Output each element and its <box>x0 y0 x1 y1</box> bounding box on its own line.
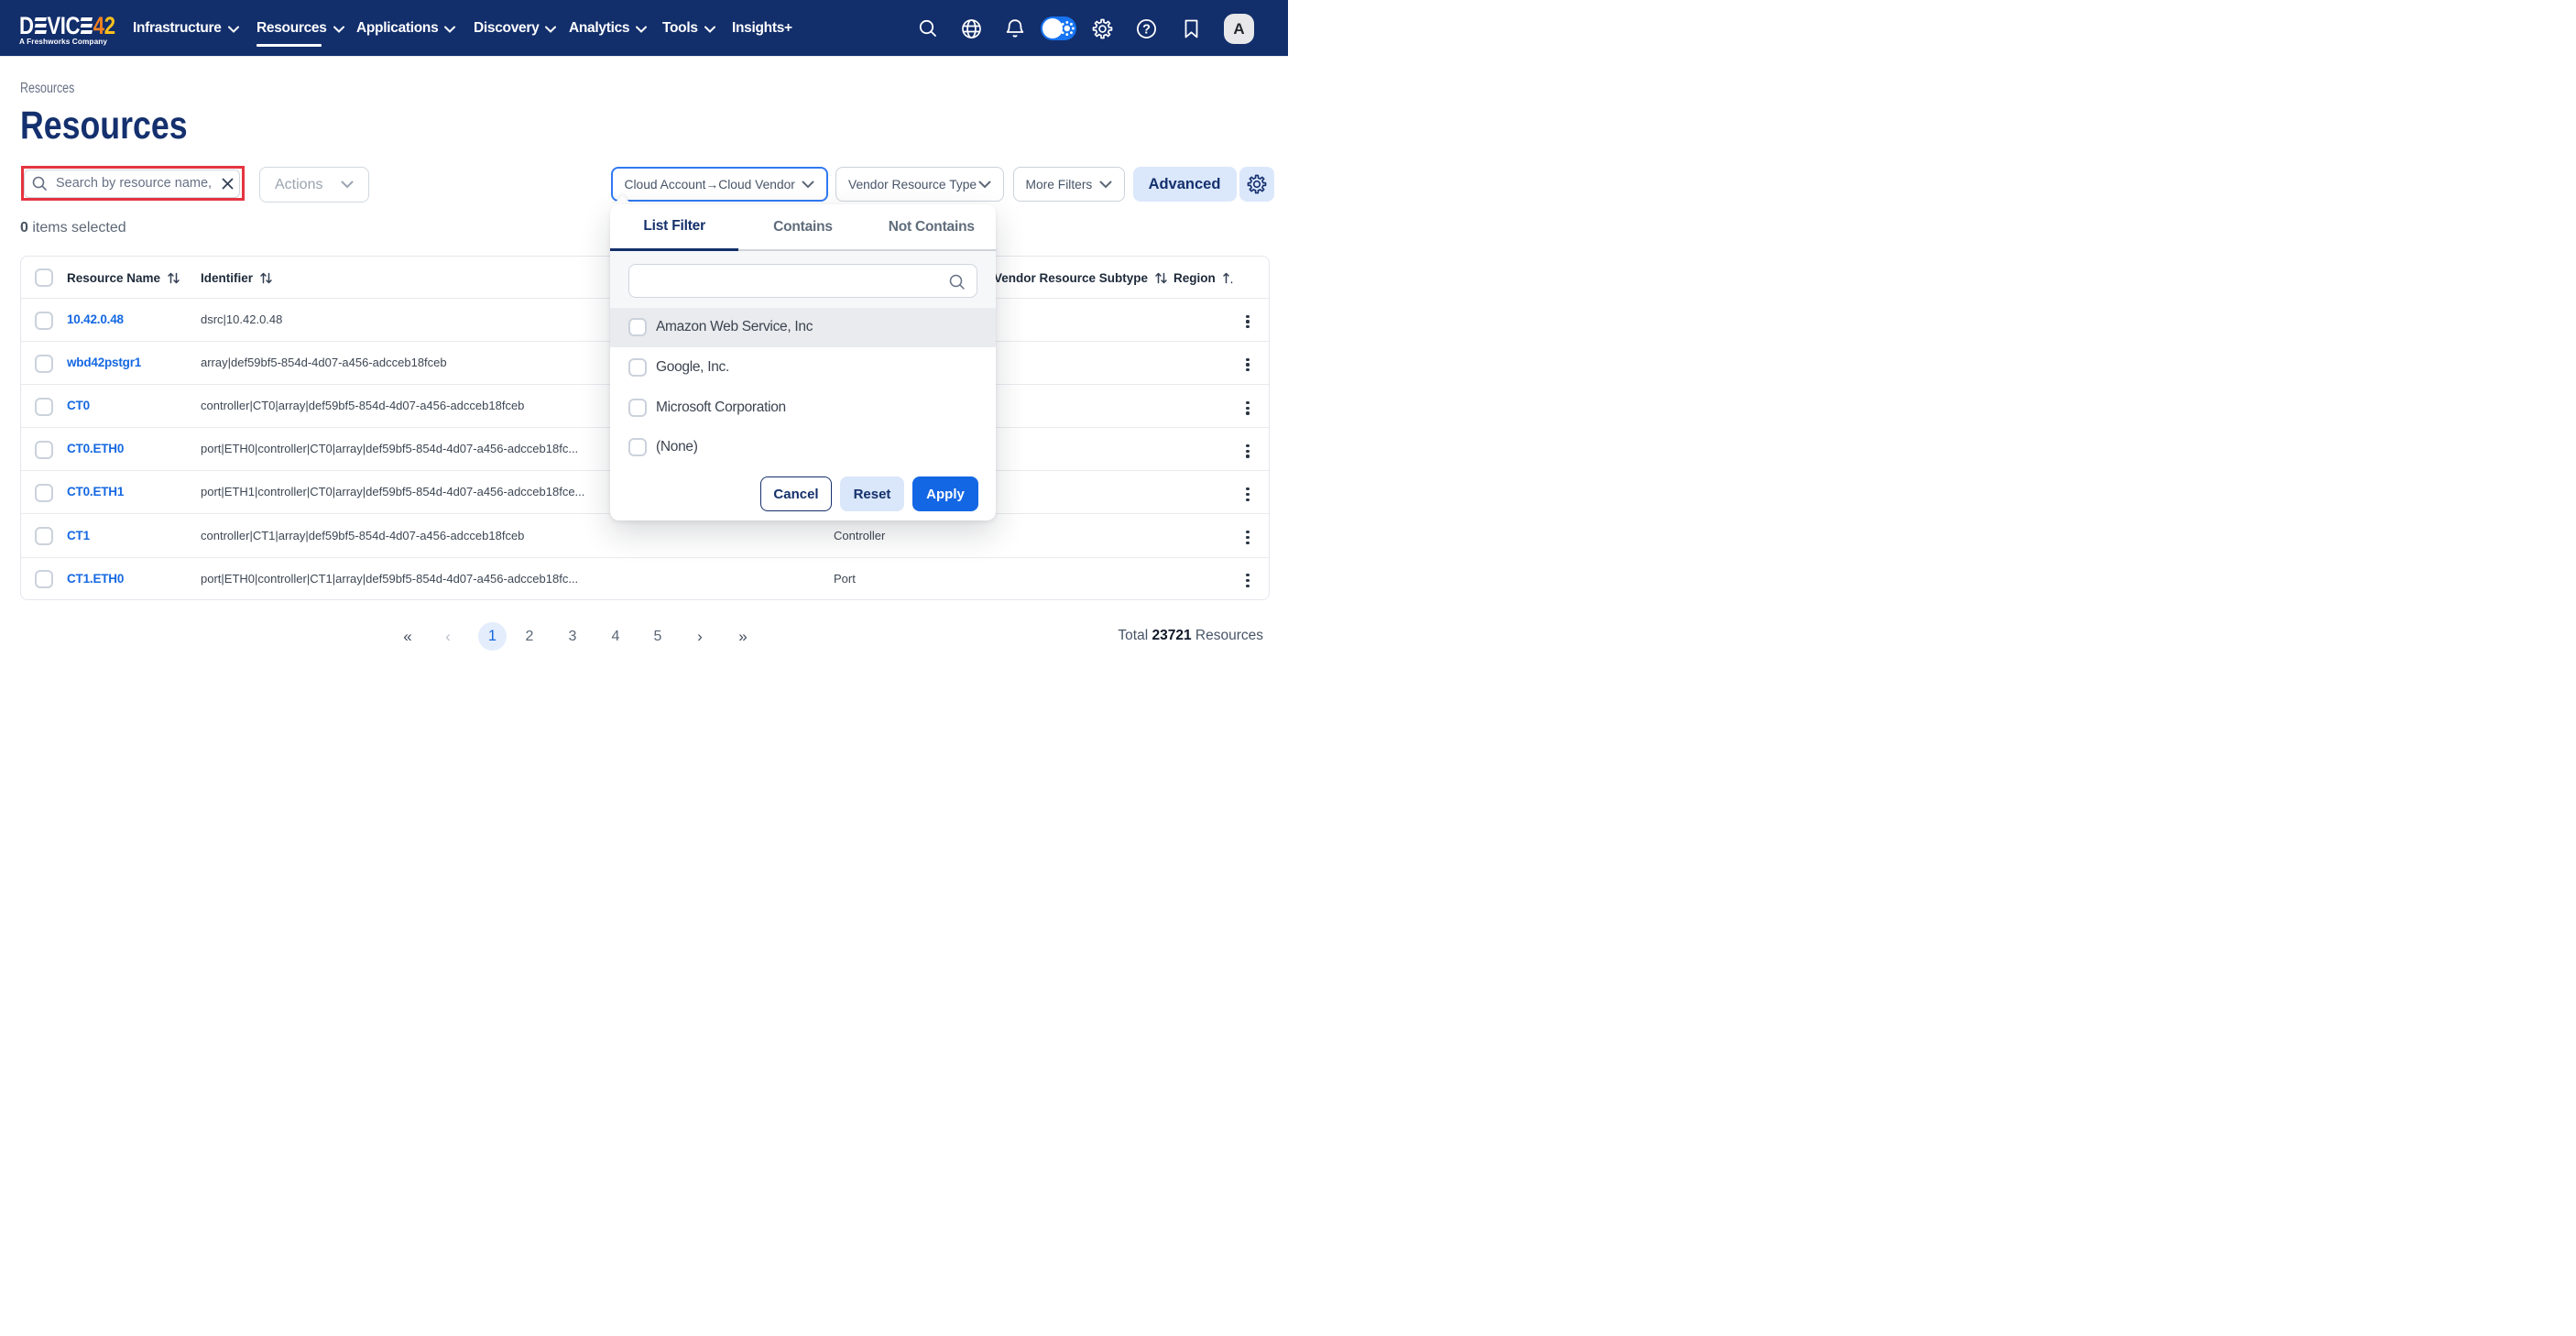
svg-text:?: ? <box>1142 22 1151 37</box>
